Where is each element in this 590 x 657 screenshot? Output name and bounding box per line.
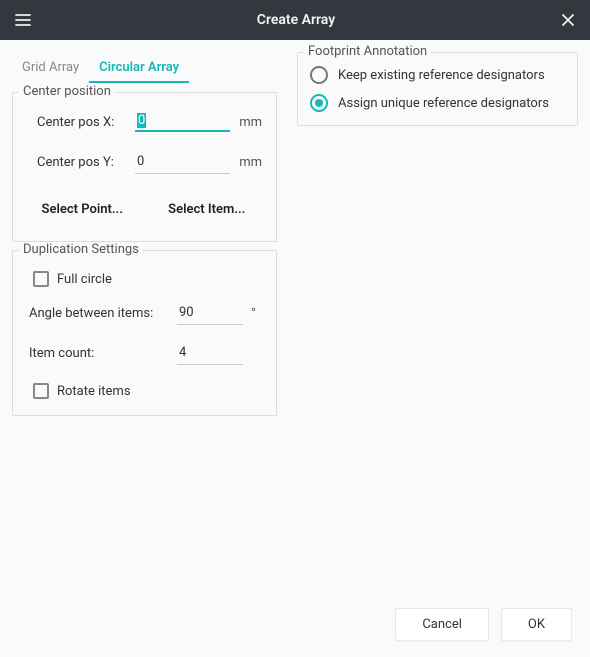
rotate-items-checkbox[interactable] bbox=[33, 383, 49, 399]
item-count-input[interactable] bbox=[177, 341, 243, 365]
radio-assign-unique[interactable]: Assign unique reference designators bbox=[302, 89, 573, 117]
radio-assign-unique-label: Assign unique reference designators bbox=[338, 96, 549, 111]
angle-unit: ° bbox=[251, 306, 260, 321]
full-circle-label[interactable]: Full circle bbox=[57, 272, 112, 287]
angle-between-items-input[interactable] bbox=[177, 301, 243, 325]
radio-keep-existing[interactable]: Keep existing reference designators bbox=[302, 61, 573, 89]
radio-assign-unique-icon bbox=[310, 94, 328, 112]
footprint-annotation-legend: Footprint Annotation bbox=[304, 44, 431, 59]
center-pos-y-unit: mm bbox=[236, 155, 262, 170]
dialog-footer: Cancel OK bbox=[0, 596, 590, 657]
footprint-annotation-group: Footprint Annotation Keep existing refer… bbox=[297, 52, 578, 126]
titlebar: Create Array bbox=[0, 0, 590, 40]
duplication-settings-group: Duplication Settings Full circle Angle b… bbox=[12, 250, 277, 416]
tab-circular-array[interactable]: Circular Array bbox=[89, 52, 189, 83]
ok-button[interactable]: OK bbox=[501, 608, 572, 641]
center-pos-y-label: Center pos Y: bbox=[37, 155, 129, 170]
tab-grid-array[interactable]: Grid Array bbox=[12, 52, 89, 83]
window-title: Create Array bbox=[36, 12, 556, 28]
radio-keep-existing-label: Keep existing reference designators bbox=[338, 68, 545, 83]
close-icon[interactable] bbox=[556, 8, 580, 32]
center-pos-x-unit: mm bbox=[236, 115, 262, 130]
center-position-legend: Center position bbox=[19, 84, 115, 99]
center-pos-x-label: Center pos X: bbox=[37, 115, 129, 130]
center-pos-y-input[interactable] bbox=[135, 150, 230, 174]
angle-between-items-label: Angle between items: bbox=[29, 306, 169, 321]
rotate-items-label[interactable]: Rotate items bbox=[57, 384, 131, 399]
tab-bar: Grid Array Circular Array bbox=[12, 52, 277, 84]
full-circle-checkbox[interactable] bbox=[33, 271, 49, 287]
radio-keep-existing-icon bbox=[310, 66, 328, 84]
hamburger-menu-icon[interactable] bbox=[10, 7, 36, 33]
center-pos-x-input[interactable]: 0 bbox=[137, 113, 146, 128]
item-count-label: Item count: bbox=[29, 346, 169, 361]
cancel-button[interactable]: Cancel bbox=[395, 608, 489, 641]
select-point-button[interactable]: Select Point... bbox=[23, 194, 142, 225]
duplication-settings-legend: Duplication Settings bbox=[19, 242, 143, 257]
select-item-button[interactable]: Select Item... bbox=[148, 194, 267, 225]
center-position-group: Center position Center pos X: 0 mm Cente… bbox=[12, 92, 277, 242]
